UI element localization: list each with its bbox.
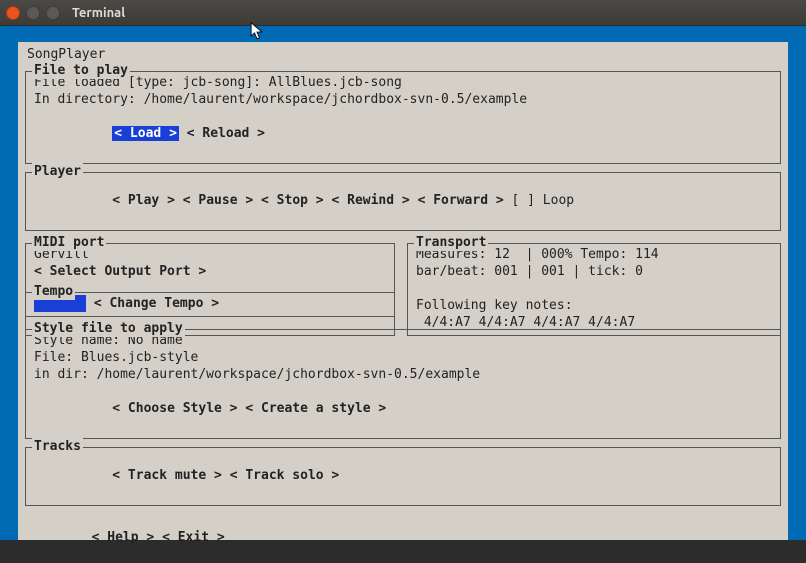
exit-button[interactable]: < Exit > <box>162 530 225 545</box>
file-legend: File to play <box>32 62 130 79</box>
file-to-play-group: File to play File loaded [type: jcb-song… <box>25 71 781 164</box>
track-solo-button[interactable]: < Track solo > <box>230 468 340 483</box>
forward-button[interactable]: < Forward > <box>418 193 504 208</box>
minimize-icon[interactable] <box>26 6 40 20</box>
close-icon[interactable] <box>6 6 20 20</box>
player-group: Player < Play > < Pause > < Stop > < Rew… <box>25 172 781 231</box>
titlebar: Terminal <box>0 0 806 26</box>
window-title: Terminal <box>72 6 125 20</box>
style-file-line: File: Blues.jcb-style <box>34 349 772 366</box>
app-title: SongPlayer <box>25 46 781 63</box>
tempo-legend: Tempo <box>32 283 75 300</box>
loop-checkbox[interactable]: [ ] Loop <box>512 193 575 208</box>
reload-button[interactable]: < Reload > <box>187 126 265 141</box>
help-button[interactable]: < Help > <box>92 530 155 545</box>
tui-app: SongPlayer File to play File loaded [typ… <box>18 42 788 540</box>
player-legend: Player <box>32 163 83 180</box>
style-dir-line: in dir: /home/laurent/workspace/jchordbo… <box>34 366 772 383</box>
play-button[interactable]: < Play > <box>112 193 175 208</box>
style-legend: Style file to apply <box>32 320 185 337</box>
midi-legend: MIDI port <box>32 234 106 251</box>
terminal-body: SongPlayer File to play File loaded [typ… <box>0 26 806 540</box>
rewind-button[interactable]: < Rewind > <box>331 193 409 208</box>
transport-follow-label: Following key notes: <box>416 297 772 314</box>
transport-line2: bar/beat: 001 | 001 | tick: 0 <box>416 263 772 280</box>
choose-style-button[interactable]: < Choose Style > <box>112 401 237 416</box>
track-mute-button[interactable]: < Track mute > <box>112 468 222 483</box>
file-dir-line: In directory: /home/laurent/workspace/jc… <box>34 91 772 108</box>
tempo-group: Tempo < Change Tempo > <box>25 292 395 317</box>
change-tempo-button[interactable]: < Change Tempo > <box>94 296 219 311</box>
transport-legend: Transport <box>414 234 488 251</box>
tracks-legend: Tracks <box>32 438 83 455</box>
style-group: Style file to apply Style name: No name … <box>25 329 781 439</box>
maximize-icon[interactable] <box>46 6 60 20</box>
stop-button[interactable]: < Stop > <box>261 193 324 208</box>
transport-group: Transport Measures: 12 | 000% Tempo: 114… <box>407 243 781 336</box>
tracks-group: Tracks < Track mute > < Track solo > <box>25 447 781 506</box>
file-loaded-line: File loaded [type: jcb-song]: AllBlues.j… <box>34 74 772 91</box>
load-button[interactable]: < Load > <box>112 126 179 141</box>
select-port-button[interactable]: < Select Output Port > <box>34 264 206 279</box>
pause-button[interactable]: < Pause > <box>183 193 253 208</box>
create-style-button[interactable]: < Create a style > <box>245 401 386 416</box>
terminal-window: Terminal SongPlayer File to play File lo… <box>0 0 806 540</box>
